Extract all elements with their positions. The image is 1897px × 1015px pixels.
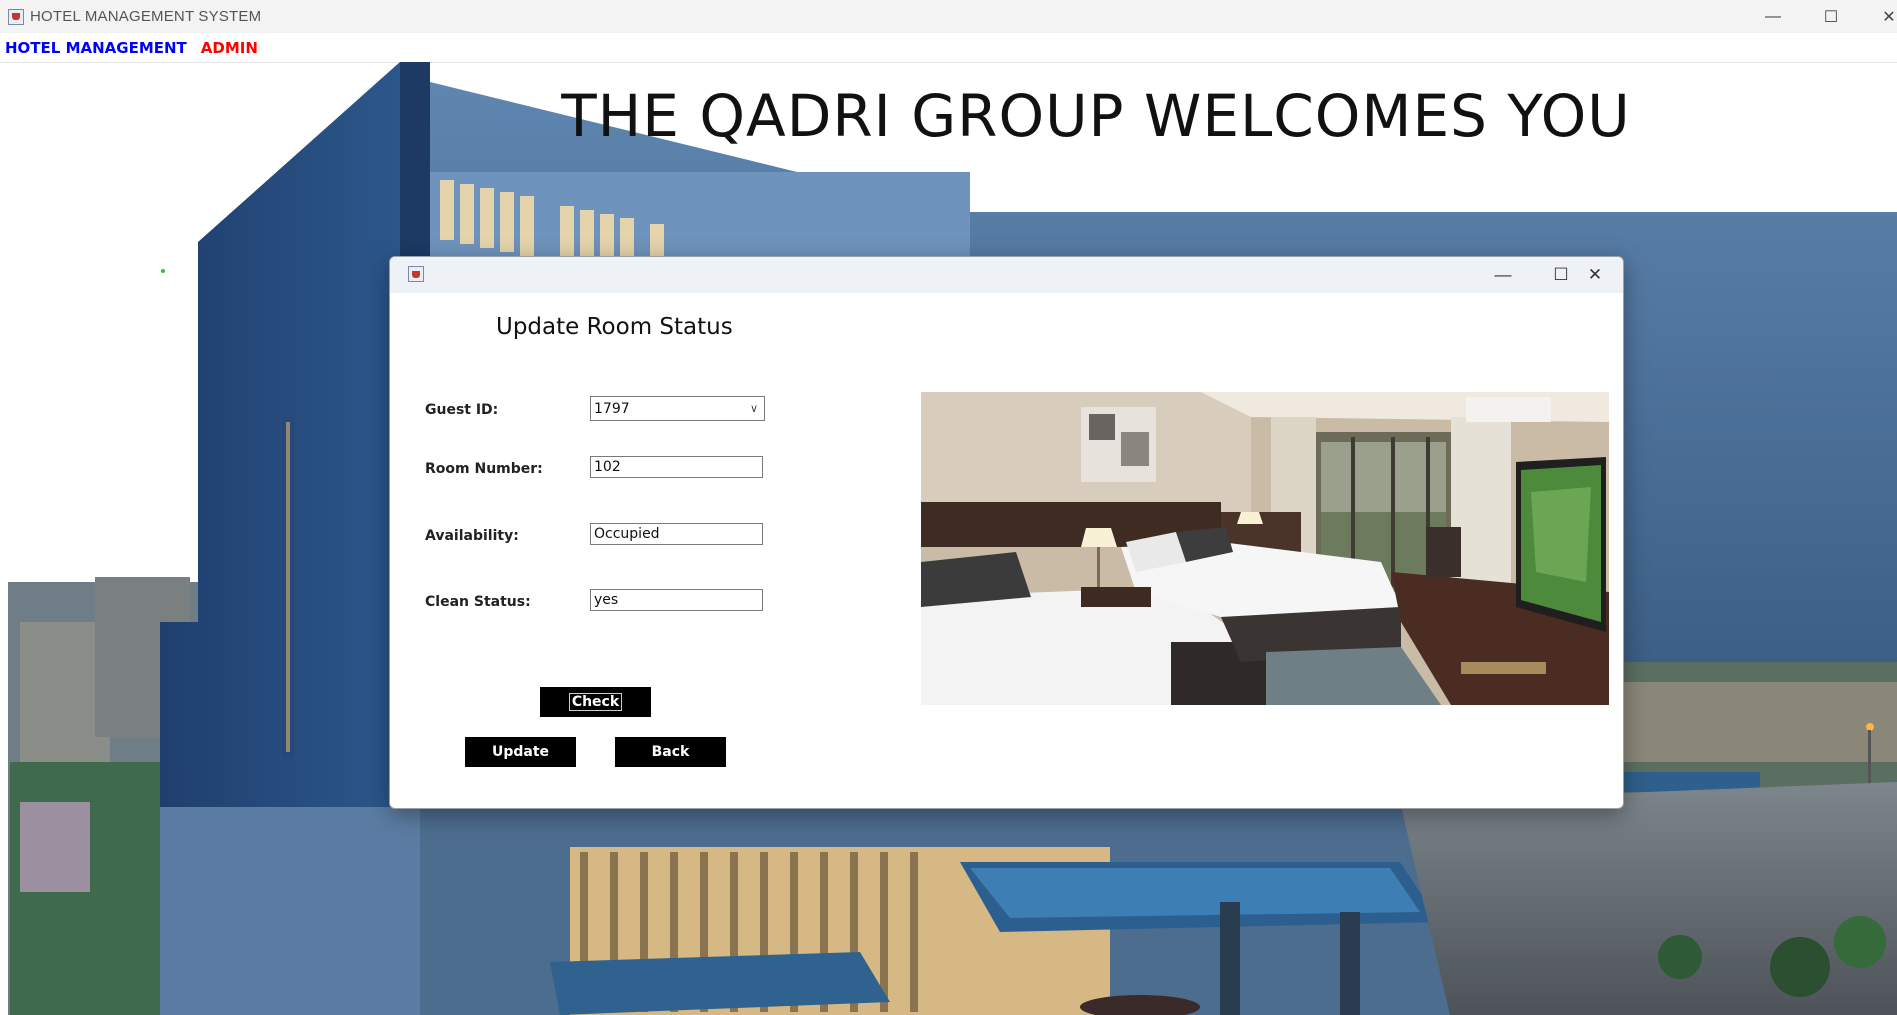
menu-bar: HOTEL MANAGEMENT ADMIN [0, 33, 1897, 63]
chevron-down-icon: ∨ [749, 401, 759, 415]
room-number-field[interactable]: 102 [590, 456, 763, 478]
main-titlebar[interactable]: HOTEL MANAGEMENT SYSTEM — ☐ ✕ [0, 0, 1897, 33]
java-app-icon [8, 8, 24, 25]
menu-hotel-management[interactable]: HOTEL MANAGEMENT [5, 39, 187, 57]
welcome-banner: THE QADRI GROUP WELCOMES YOU [561, 82, 1631, 150]
java-app-icon [408, 266, 424, 282]
back-button[interactable]: Back [615, 737, 726, 767]
hotel-room-photo [921, 392, 1609, 705]
check-button-label: Check [568, 693, 623, 711]
dialog-minimize-button[interactable]: — [1474, 257, 1532, 293]
availability-field[interactable]: Occupied [590, 523, 763, 545]
room-number-label: Room Number: [425, 461, 543, 477]
clean-status-label: Clean Status: [425, 594, 531, 610]
clean-status-field[interactable]: yes [590, 589, 763, 611]
maximize-button[interactable]: ☐ [1802, 0, 1860, 33]
minimize-button[interactable]: — [1744, 0, 1802, 33]
close-button[interactable]: ✕ [1860, 0, 1897, 33]
guest-id-label: Guest ID: [425, 402, 499, 418]
guest-id-value: 1797 [594, 400, 630, 417]
guest-id-dropdown[interactable]: 1797 ∨ [590, 396, 765, 421]
menu-admin[interactable]: ADMIN [201, 39, 258, 57]
check-button[interactable]: Check [540, 687, 651, 717]
dialog-titlebar[interactable]: — ☐ ✕ [390, 257, 1623, 293]
availability-label: Availability: [425, 528, 519, 544]
dialog-heading: Update Room Status [496, 314, 733, 340]
status-dot [161, 269, 165, 273]
window-title: HOTEL MANAGEMENT SYSTEM [30, 8, 262, 25]
update-room-dialog: — ☐ ✕ Update Room Status Guest ID: 1797 … [389, 256, 1624, 809]
dialog-close-button[interactable]: ✕ [1566, 257, 1623, 293]
update-button[interactable]: Update [465, 737, 576, 767]
